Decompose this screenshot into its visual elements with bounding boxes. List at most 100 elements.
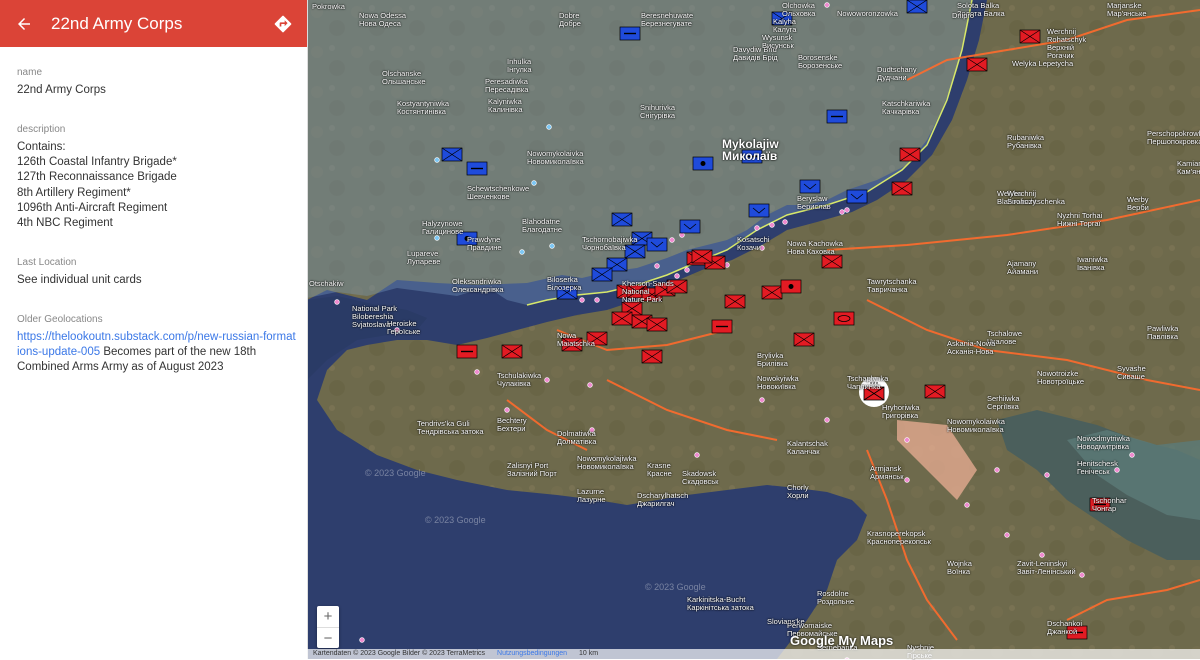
map-point-marker[interactable]	[994, 467, 1000, 473]
map-point-marker[interactable]	[694, 452, 700, 458]
enemy-unit-symbol[interactable]	[780, 279, 802, 294]
place-label: Brylivka Брилівка	[757, 351, 788, 368]
friendly-unit-symbol[interactable]	[846, 189, 868, 204]
enemy-unit-symbol[interactable]	[691, 249, 713, 264]
enemy-unit-symbol[interactable]	[899, 147, 921, 162]
map-point-marker[interactable]	[334, 299, 340, 305]
map-point-marker[interactable]	[434, 235, 440, 241]
place-label: Kalantschak Каланчак	[787, 439, 828, 456]
map-point-marker[interactable]	[904, 477, 910, 483]
enemy-unit-symbol[interactable]	[724, 294, 746, 309]
place-label: Inhulka Інгулка	[507, 57, 532, 74]
enemy-unit-symbol[interactable]	[793, 332, 815, 347]
enemy-unit-symbol[interactable]	[641, 349, 663, 364]
enemy-unit-symbol[interactable]	[646, 317, 668, 332]
description-line: 4th NBC Regiment	[17, 217, 113, 230]
enemy-unit-symbol[interactable]	[611, 311, 633, 326]
map-point-marker[interactable]	[839, 209, 845, 215]
friendly-unit-symbol[interactable]	[799, 179, 821, 194]
map-point-marker[interactable]	[759, 397, 765, 403]
friendly-unit-symbol[interactable]	[441, 147, 463, 162]
place-label: Halyzynowe Галицинове	[422, 219, 464, 236]
map-point-marker[interactable]	[654, 263, 660, 269]
map-point-marker[interactable]	[594, 297, 600, 303]
place-label: Wysunsk Висунськ	[762, 33, 794, 50]
map-point-marker[interactable]	[824, 417, 830, 423]
place-label: Dobre Добре	[559, 11, 581, 28]
map-point-marker[interactable]	[684, 267, 690, 273]
place-label: Nowa Maiatschka	[557, 331, 595, 348]
map-point-marker[interactable]	[1129, 452, 1135, 458]
place-label: Karkinitska-Bucht Каркінітська затока	[687, 595, 754, 612]
map-point-marker[interactable]	[531, 180, 537, 186]
enemy-unit-symbol[interactable]	[891, 181, 913, 196]
enemy-unit-symbol[interactable]	[456, 344, 478, 359]
map-point-marker[interactable]	[579, 297, 585, 303]
friendly-unit-symbol[interactable]	[611, 212, 633, 227]
place-label: Lupareve Лупареве	[407, 249, 441, 266]
friendly-unit-symbol[interactable]	[619, 26, 641, 41]
map-point-marker[interactable]	[1079, 572, 1085, 578]
map-point-marker[interactable]	[669, 237, 675, 243]
back-button[interactable]	[0, 0, 48, 47]
map-point-marker[interactable]	[904, 437, 910, 443]
friendly-unit-symbol[interactable]	[679, 219, 701, 234]
map-point-marker[interactable]	[546, 124, 552, 130]
place-label: Borosenske Борозенське	[798, 53, 843, 70]
zoom-out-button[interactable]: −	[317, 627, 339, 649]
place-label: Mykolajiw Миколаїв	[722, 137, 779, 163]
place-label: Chorly Хорли	[787, 483, 809, 500]
directions-button[interactable]	[259, 0, 307, 47]
map-point-marker[interactable]	[519, 249, 525, 255]
place-label: Krasnoperekopsk Красноперекопськ	[867, 529, 931, 546]
zoom-in-button[interactable]: +	[317, 606, 339, 627]
enemy-unit-symbol[interactable]	[966, 57, 988, 72]
map-point-marker[interactable]	[359, 637, 365, 643]
map-point-marker[interactable]	[1004, 532, 1010, 538]
map-point-marker[interactable]	[504, 407, 510, 413]
map-point-marker[interactable]	[674, 273, 680, 279]
enemy-unit-symbol[interactable]	[924, 384, 946, 399]
map-point-marker[interactable]	[434, 157, 440, 163]
enemy-unit-symbol[interactable]	[1019, 29, 1041, 44]
panel-body: name 22nd Army Corps description Contain…	[0, 47, 307, 375]
place-label: Tschonhar Чонгар	[1092, 496, 1127, 513]
map-point-marker[interactable]	[824, 2, 830, 8]
enemy-unit-symbol[interactable]	[761, 285, 783, 300]
place-label: Tschornobajiwka Чорнобаївка	[582, 235, 638, 252]
map-point-marker[interactable]	[1044, 472, 1050, 478]
place-label: Bechtery Бехтери	[497, 416, 527, 433]
place-label: Dnipro	[952, 11, 975, 20]
place-label: Tschulakiwka Чулаківка	[497, 371, 542, 388]
map-point-marker[interactable]	[844, 207, 850, 213]
place-label: Dolmatiwka Долматівка	[557, 429, 597, 446]
map-point-marker[interactable]	[544, 377, 550, 383]
friendly-unit-symbol[interactable]	[826, 109, 848, 124]
friendly-unit-symbol[interactable]	[692, 156, 714, 171]
place-label: Beresnehuwate Березнегувате	[641, 11, 694, 28]
map-point-marker[interactable]	[587, 382, 593, 388]
map-point-marker[interactable]	[964, 502, 970, 508]
enemy-unit-symbol[interactable]	[501, 344, 523, 359]
map-point-marker[interactable]	[474, 369, 480, 375]
map-point-marker[interactable]	[754, 225, 760, 231]
terms-link[interactable]: Nutzungsbedingungen	[497, 650, 567, 657]
friendly-unit-symbol[interactable]	[591, 267, 613, 282]
place-label: Nowomykolaiwka Новомиколаївка	[947, 417, 1005, 434]
place-label: Marjanske Мар'янське	[1107, 1, 1147, 18]
place-label: Hryhoriwka Григорівка	[882, 403, 920, 420]
friendly-unit-symbol[interactable]	[906, 0, 928, 14]
enemy-unit-symbol[interactable]	[821, 254, 843, 269]
map-point-marker[interactable]	[549, 243, 555, 249]
enemy-unit-symbol[interactable]	[711, 319, 733, 334]
map-point-marker[interactable]	[769, 222, 775, 228]
place-label: Werchnij Sirohozy	[1007, 189, 1037, 206]
place-label: Peresadiwka Пересадівка	[485, 77, 529, 94]
friendly-unit-symbol[interactable]	[466, 161, 488, 176]
friendly-unit-symbol[interactable]	[748, 203, 770, 218]
friendly-unit-symbol[interactable]	[646, 237, 668, 252]
map-point-marker[interactable]	[1039, 552, 1045, 558]
enemy-unit-symbol[interactable]	[833, 311, 855, 326]
map-point-marker[interactable]	[782, 219, 788, 225]
description-label: description	[17, 124, 66, 135]
